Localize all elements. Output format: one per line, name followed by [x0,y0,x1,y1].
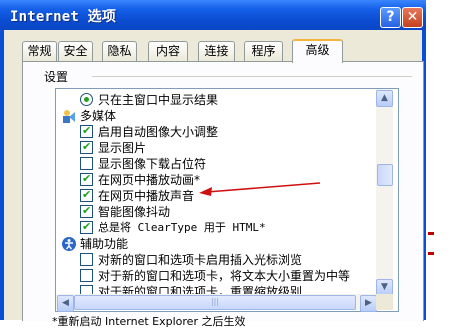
setting-label: 在网页中播放声音 [98,189,195,203]
scroll-right-button[interactable]: ▶ [360,295,377,312]
tab-privacy[interactable]: 隐私 [102,41,137,61]
checkbox[interactable] [80,123,93,139]
checkbox[interactable] [80,171,93,187]
horizontal-scroll-thumb[interactable]: ||| [74,295,356,310]
title-bar[interactable]: Internet 选项 ? ✕ [0,0,426,30]
accessibility-icon [62,237,76,251]
tab-general[interactable]: 常规 [22,41,57,61]
scroll-up-button[interactable]: ▲ [376,90,393,107]
settings-group-label: 设置 [42,68,71,85]
tab-advanced[interactable]: 高级 [292,39,343,63]
multimedia-icon [63,110,75,123]
setting-label: 智能图像抖动 [98,205,171,219]
category-label: 多媒体 [80,109,117,123]
group-divider [92,76,412,77]
vertical-scrollbar[interactable] [376,89,393,294]
vertical-scroll-thumb[interactable] [377,164,393,186]
scroll-left-button[interactable]: ◀ [57,295,74,312]
checkbox[interactable] [80,157,93,170]
settings-tree[interactable]: 只在主窗口中显示结果 多媒体 启用自动图像大小调整 显示图片 显示图像下载占位符… [55,88,399,312]
checkbox[interactable] [80,187,93,203]
background-mark [428,252,434,255]
checkbox[interactable] [80,219,93,235]
tab-security[interactable]: 安全 [58,41,93,61]
setting-label: 显示图像下载占位符 [98,157,207,171]
setting-label: 显示图片 [98,141,147,155]
category-label: 辅助功能 [80,237,129,251]
setting-label: 对新的窗口和选项卡启用插入光标浏览 [98,253,303,267]
radio-button[interactable] [80,93,93,106]
checkbox[interactable] [80,253,93,266]
background-strip [426,0,464,320]
setting-label: 总是将 ClearType 用于 HTML* [98,221,266,234]
scroll-grip: ||| [210,297,220,306]
background-mark [428,232,434,235]
setting-label: 对于新的窗口和选项卡，将文本大小重置为中等 [98,269,351,283]
help-button[interactable]: ? [380,7,401,28]
tab-programs[interactable]: 程序 [244,41,283,61]
checkbox[interactable] [80,269,93,282]
setting-label: 在网页中播放动画* [98,173,201,187]
setting-label: 启用自动图像大小调整 [98,125,219,139]
tab-content[interactable]: 内容 [148,41,188,61]
window-title: Internet 选项 [10,9,117,25]
close-button[interactable]: ✕ [402,7,423,28]
scrollbar-corner [376,294,393,310]
tab-connections[interactable]: 连接 [198,41,235,61]
restart-footnote: *重新启动 Internet Explorer 之后生效 [52,315,246,328]
checkbox[interactable] [80,203,93,219]
checkbox[interactable] [80,139,93,155]
setting-label: 只在主窗口中显示结果 [98,93,219,107]
